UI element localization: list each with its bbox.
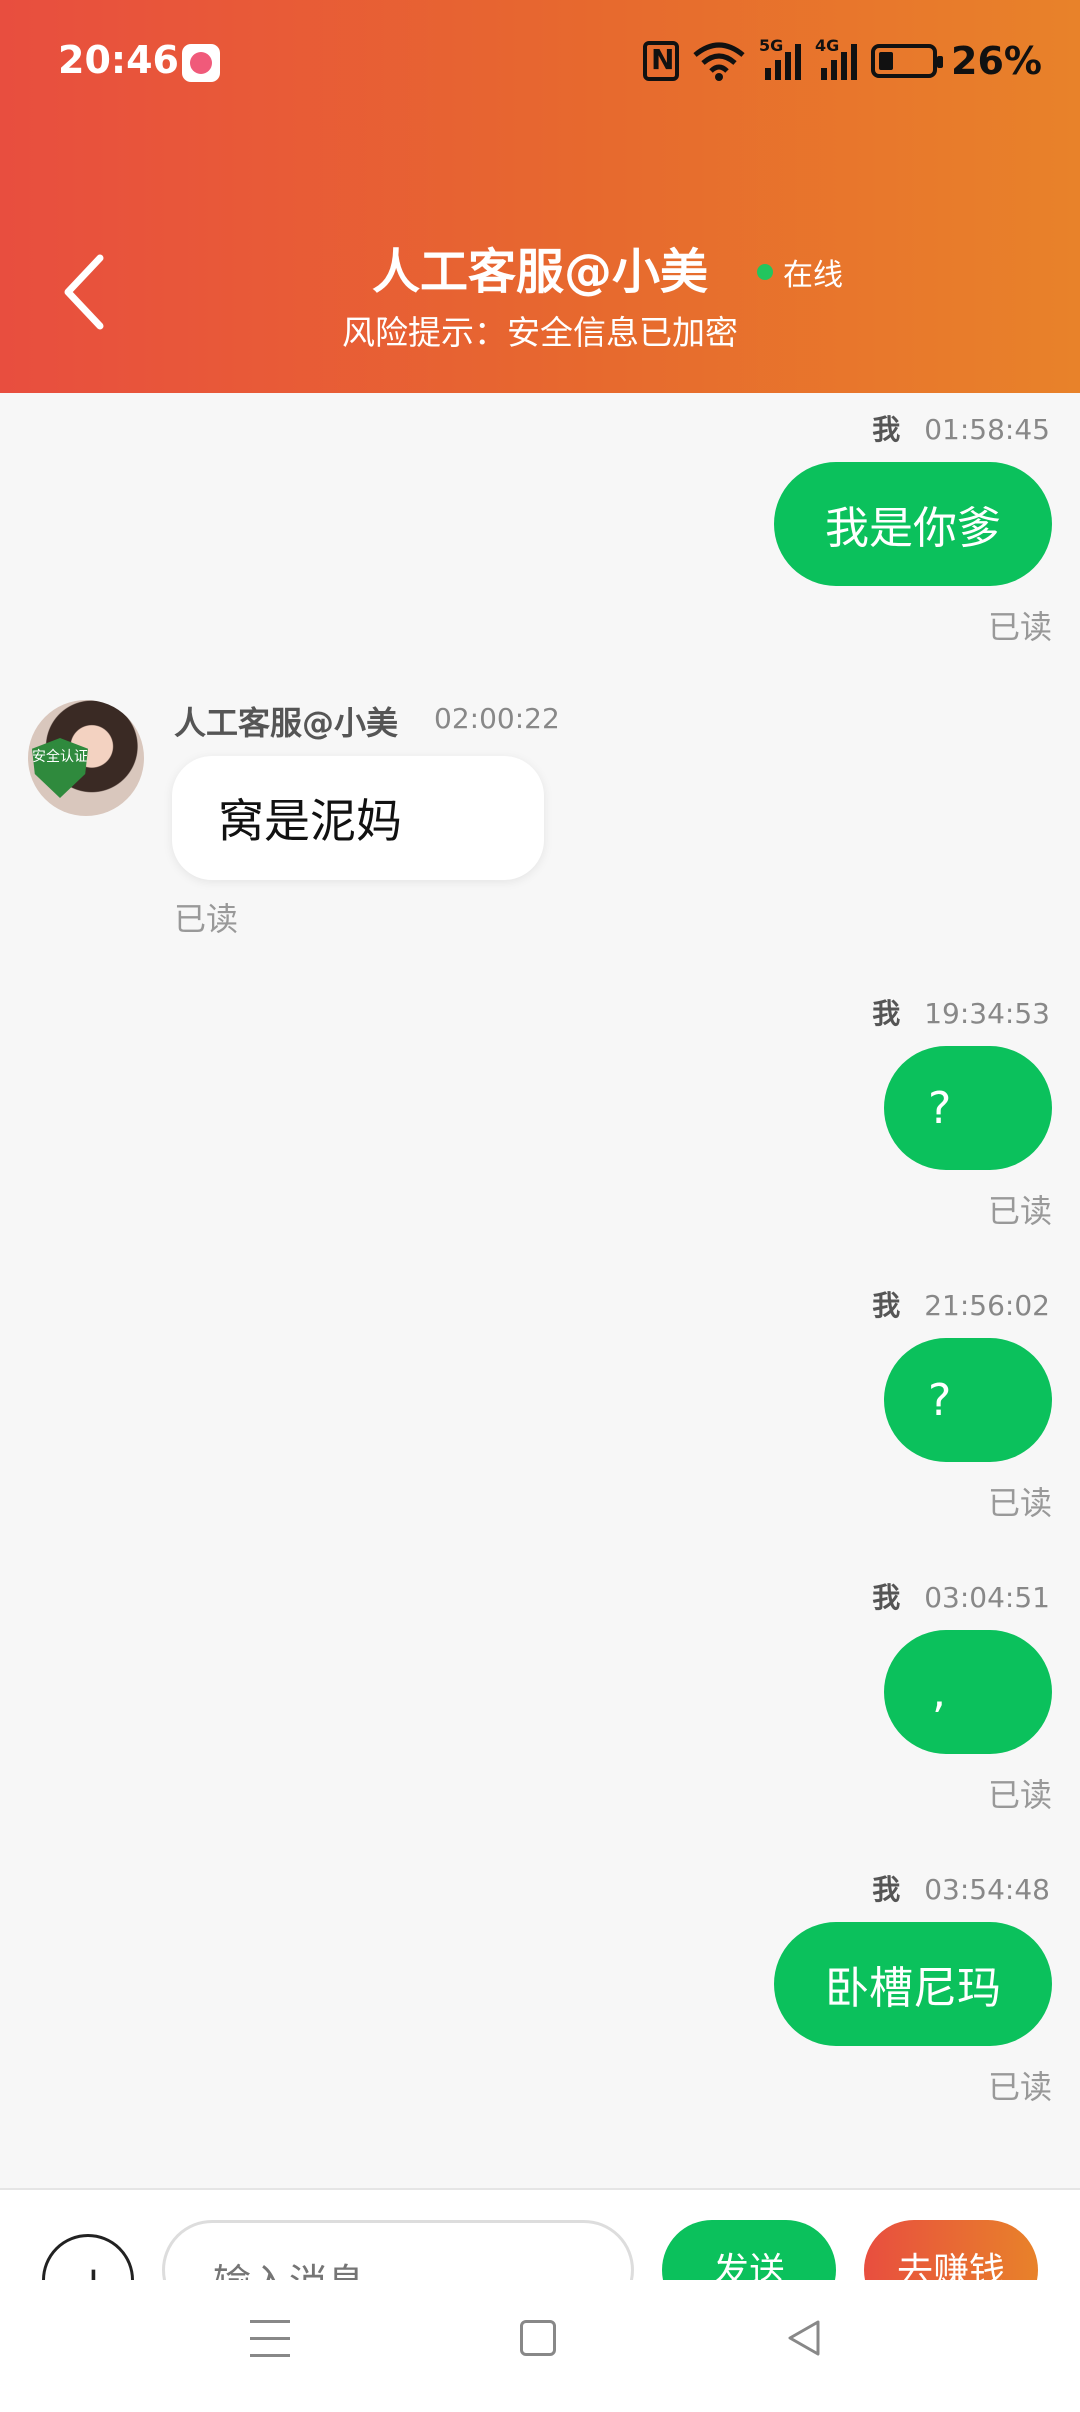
- status-time: 20:46: [58, 38, 179, 82]
- read-status: 已读: [987, 1192, 1052, 1230]
- message-bubble[interactable]: ,: [884, 1630, 1052, 1754]
- input-bar: 发送 去赚钱: [0, 2188, 1080, 2280]
- read-status: 已读: [987, 608, 1052, 646]
- send-button[interactable]: 发送: [662, 2220, 836, 2280]
- chat-header: 20:46 5G 4G 26% 人工客服@小美: [0, 0, 1080, 393]
- signal-5g-icon: 5G: [759, 36, 802, 80]
- avatar[interactable]: 安全认证: [28, 700, 144, 816]
- sender-name: 我: [872, 1289, 901, 1322]
- signal-5g-label: 5G: [759, 36, 784, 55]
- read-status: 已读: [987, 1776, 1052, 1814]
- message-time: 01:58:45: [924, 413, 1050, 446]
- back-triangle-icon[interactable]: [784, 2318, 824, 2358]
- home-icon[interactable]: [520, 2320, 556, 2356]
- message-bubble[interactable]: 窝是泥妈: [172, 756, 544, 880]
- risk-notice: 风险提示：安全信息已加密: [342, 313, 738, 352]
- message-bubble[interactable]: ?: [884, 1338, 1052, 1462]
- message-meta: 我 19:34:53: [872, 992, 1050, 1032]
- status-bar: 20:46 5G 4G 26%: [0, 0, 1080, 124]
- online-dot-icon: [757, 264, 773, 280]
- signal-4g-icon: 4G: [815, 36, 858, 80]
- battery-icon: [871, 44, 944, 78]
- sender-name: 我: [872, 1873, 901, 1906]
- message-bubble[interactable]: ?: [884, 1046, 1052, 1170]
- add-attachment-button[interactable]: [42, 2234, 134, 2280]
- app-notification-icon: [182, 44, 220, 82]
- sender-name: 人工客服@小美: [174, 704, 399, 742]
- read-status: 已读: [987, 2068, 1052, 2106]
- message-time: 21:56:02: [924, 1289, 1050, 1322]
- message-bubble[interactable]: 我是你爹: [774, 462, 1052, 586]
- sender-name: 我: [872, 413, 901, 446]
- read-status: 已读: [174, 900, 239, 938]
- online-status: 在线: [757, 250, 843, 294]
- message-time: 03:04:51: [924, 1581, 1050, 1614]
- read-status: 已读: [987, 1484, 1052, 1522]
- security-badge-icon: 安全认证: [32, 738, 88, 798]
- message-time: 03:54:48: [924, 1873, 1050, 1906]
- battery-percent: 26%: [951, 39, 1042, 83]
- system-nav-bar: [0, 2280, 1080, 2412]
- message-input[interactable]: [162, 2220, 634, 2280]
- title-wrap: 人工客服@小美: [0, 232, 1080, 302]
- sender-name: 我: [872, 997, 901, 1030]
- status-icons: 5G 4G 26%: [643, 36, 1042, 86]
- wifi-icon: [693, 42, 745, 81]
- online-label: 在线: [783, 258, 843, 293]
- message-meta: 我 01:58:45: [872, 408, 1050, 448]
- message-time: 02:00:22: [434, 702, 560, 735]
- signal-4g-label: 4G: [815, 36, 840, 55]
- nfc-icon: [643, 41, 680, 81]
- earn-money-button[interactable]: 去赚钱: [864, 2220, 1038, 2280]
- chat-title: 人工客服@小美: [371, 244, 708, 300]
- message-meta: 我 03:04:51: [872, 1576, 1050, 1616]
- message-meta: 我 03:54:48: [872, 1868, 1050, 1908]
- message-time: 19:34:53: [924, 997, 1050, 1030]
- message-bubble[interactable]: 卧槽尼玛: [774, 1922, 1052, 2046]
- message-meta: 我 21:56:02: [872, 1284, 1050, 1324]
- menu-icon[interactable]: [250, 2320, 290, 2360]
- sender-name: 我: [872, 1581, 901, 1614]
